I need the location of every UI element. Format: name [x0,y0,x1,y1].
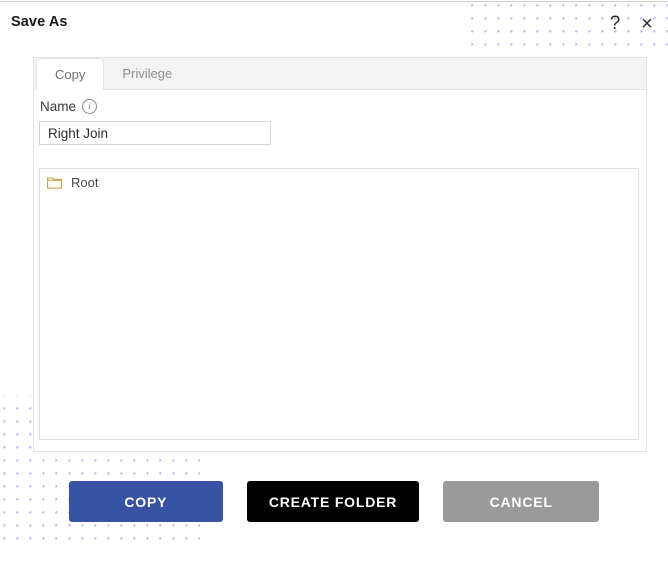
name-field-row: Name i [40,99,98,114]
tab-copy-label: Copy [55,66,86,82]
name-input[interactable] [39,121,271,145]
cancel-button[interactable]: CANCEL [443,481,600,522]
tab-copy[interactable]: Copy [36,58,105,90]
dialog-actions: COPY CREATE FOLDER CANCEL [0,481,668,522]
dialog-panel: Copy Privilege Name i Root [33,57,647,452]
tree-item-root[interactable]: Root [40,169,638,190]
copy-button[interactable]: COPY [68,481,223,522]
help-icon[interactable]: ? [602,11,628,37]
info-icon[interactable]: i [82,99,98,114]
tab-privilege-label: Privilege [122,66,173,81]
surface-mask-bottom [0,546,668,566]
close-icon[interactable]: × [634,11,660,37]
top-divider [0,1,668,2]
folder-tree[interactable]: Root [39,168,639,440]
tab-strip: Copy Privilege [34,58,646,90]
create-folder-button[interactable]: CREATE FOLDER [246,481,420,522]
surface-mask-top [0,0,462,56]
tab-panel-copy: Name i Root [34,90,646,451]
folder-icon [47,176,62,189]
tree-item-label: Root [71,175,99,190]
name-label: Name [40,99,77,114]
tab-privilege[interactable]: Privilege [104,58,190,89]
